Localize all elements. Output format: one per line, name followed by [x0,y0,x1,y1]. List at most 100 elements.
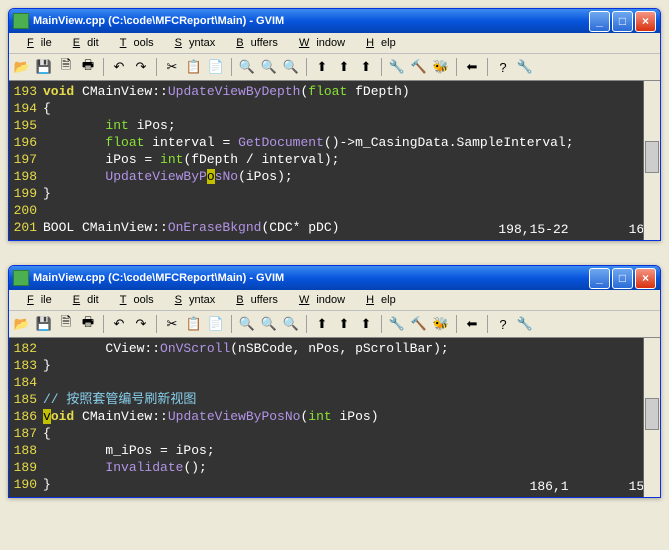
toolbar-button-17[interactable]: 🐝 [432,58,450,76]
toolbar-button-12[interactable]: ⬆ [313,58,331,76]
toolbar-button-6[interactable]: ✂ [163,58,181,76]
toolbar-button-2[interactable]: 🗎 [57,315,75,333]
toolbar-button-9[interactable]: 🔍 [238,58,256,76]
toolbar-button-18[interactable]: ⬅ [463,58,481,76]
menu-file[interactable]: File [13,292,59,308]
toolbar-button-8[interactable]: 📄 [207,58,225,76]
toolbar-button-13[interactable]: ⬆ [335,315,353,333]
menu-bar: FileEditToolsSyntaxBuffersWindowHelp [9,33,660,54]
code-line: 185// 按照套管编号刷新视图 [9,391,660,408]
menu-buffers[interactable]: Buffers [222,292,285,308]
menu-help[interactable]: Help [352,292,403,308]
menu-syntax[interactable]: Syntax [161,292,223,308]
line-number: 193 [9,83,43,100]
scrollbar-thumb[interactable] [645,398,659,430]
toolbar-button-3[interactable]: 🖶 [79,58,97,76]
toolbar-button-12[interactable]: ⬆ [313,315,331,333]
toolbar-button-18[interactable]: ⬅ [463,315,481,333]
toolbar-separator [103,315,104,333]
app-icon [13,270,29,286]
toolbar-button-10[interactable]: 🔍 [260,58,278,76]
toolbar-button-2[interactable]: 🗎 [57,58,75,76]
menu-syntax[interactable]: Syntax [161,35,223,51]
toolbar-button-16[interactable]: 🔨 [410,315,428,333]
code-editor[interactable]: 193void CMainView::UpdateViewByDepth(flo… [9,81,660,240]
menu-help[interactable]: Help [352,35,403,51]
toolbar-separator [456,315,457,333]
line-number: 195 [9,117,43,134]
menu-window[interactable]: Window [285,292,352,308]
line-number: 184 [9,374,43,391]
code-line: 186void CMainView::UpdateViewByPosNo(int… [9,408,660,425]
maximize-button[interactable]: □ [612,268,633,289]
code-line: 194{ [9,100,660,117]
code-line: 187{ [9,425,660,442]
code-line: 188 m_iPos = iPos; [9,442,660,459]
toolbar-button-5[interactable]: ↷ [132,315,150,333]
scrollbar-vertical[interactable] [643,338,660,497]
toolbar-button-8[interactable]: 📄 [207,315,225,333]
code-editor[interactable]: 182 CView::OnVScroll(nSBCode, nPos, pScr… [9,338,660,497]
toolbar-button-1[interactable]: 💾 [35,315,53,333]
toolbar-separator [487,315,488,333]
toolbar-button-10[interactable]: 🔍 [260,315,278,333]
scrollbar-thumb[interactable] [645,141,659,173]
toolbar-button-1[interactable]: 💾 [35,58,53,76]
minimize-button[interactable]: _ [589,11,610,32]
toolbar-button-11[interactable]: 🔍 [282,315,300,333]
toolbar-button-5[interactable]: ↷ [132,58,150,76]
toolbar-button-3[interactable]: 🖶 [79,315,97,333]
title-bar[interactable]: MainView.cpp (C:\code\MFCReport\Main) - … [9,9,660,33]
toolbar-button-9[interactable]: 🔍 [238,315,256,333]
close-button[interactable]: × [635,268,656,289]
toolbar-separator [381,58,382,76]
toolbar-button-4[interactable]: ↶ [110,58,128,76]
code-line: 183} [9,357,660,374]
toolbar-button-17[interactable]: 🐝 [432,315,450,333]
menu-edit[interactable]: Edit [59,292,106,308]
toolbar-button-19[interactable]: ? [494,315,512,333]
toolbar-button-16[interactable]: 🔨 [410,58,428,76]
toolbar-button-6[interactable]: ✂ [163,315,181,333]
toolbar-button-15[interactable]: 🔧 [388,315,406,333]
toolbar-button-15[interactable]: 🔧 [388,58,406,76]
toolbar-separator [156,315,157,333]
toolbar-button-4[interactable]: ↶ [110,315,128,333]
toolbar-button-13[interactable]: ⬆ [335,58,353,76]
line-number: 190 [9,476,43,493]
scrollbar-vertical[interactable] [643,81,660,240]
toolbar-button-19[interactable]: ? [494,58,512,76]
maximize-button[interactable]: □ [612,11,633,32]
close-button[interactable]: × [635,11,656,32]
menu-window[interactable]: Window [285,35,352,51]
minimize-button[interactable]: _ [589,268,610,289]
toolbar-button-11[interactable]: 🔍 [282,58,300,76]
toolbar: 📂💾🗎🖶↶↷✂📋📄🔍🔍🔍⬆⬆⬆🔧🔨🐝⬅?🔧 [9,311,660,338]
menu-file[interactable]: File [13,35,59,51]
toolbar-button-0[interactable]: 📂 [13,58,31,76]
toolbar-separator [306,315,307,333]
window-title: MainView.cpp (C:\code\MFCReport\Main) - … [33,15,284,27]
menu-tools[interactable]: Tools [106,35,161,51]
toolbar-button-14[interactable]: ⬆ [357,315,375,333]
line-number: 187 [9,425,43,442]
toolbar-button-20[interactable]: 🔧 [516,58,534,76]
toolbar-button-7[interactable]: 📋 [185,315,203,333]
cursor-position: 186,1 [530,478,569,495]
line-number: 186 [9,408,43,425]
menu-edit[interactable]: Edit [59,35,106,51]
status-bar: 186,115% [530,478,652,495]
window-0: MainView.cpp (C:\code\MFCReport\Main) - … [8,8,661,241]
code-line: 200 [9,202,660,219]
toolbar-button-0[interactable]: 📂 [13,315,31,333]
menu-buffers[interactable]: Buffers [222,35,285,51]
menu-bar: FileEditToolsSyntaxBuffersWindowHelp [9,290,660,311]
toolbar-separator [231,315,232,333]
toolbar-button-7[interactable]: 📋 [185,58,203,76]
toolbar-button-20[interactable]: 🔧 [516,315,534,333]
toolbar-button-14[interactable]: ⬆ [357,58,375,76]
toolbar-separator [456,58,457,76]
title-bar[interactable]: MainView.cpp (C:\code\MFCReport\Main) - … [9,266,660,290]
line-number: 200 [9,202,43,219]
menu-tools[interactable]: Tools [106,292,161,308]
